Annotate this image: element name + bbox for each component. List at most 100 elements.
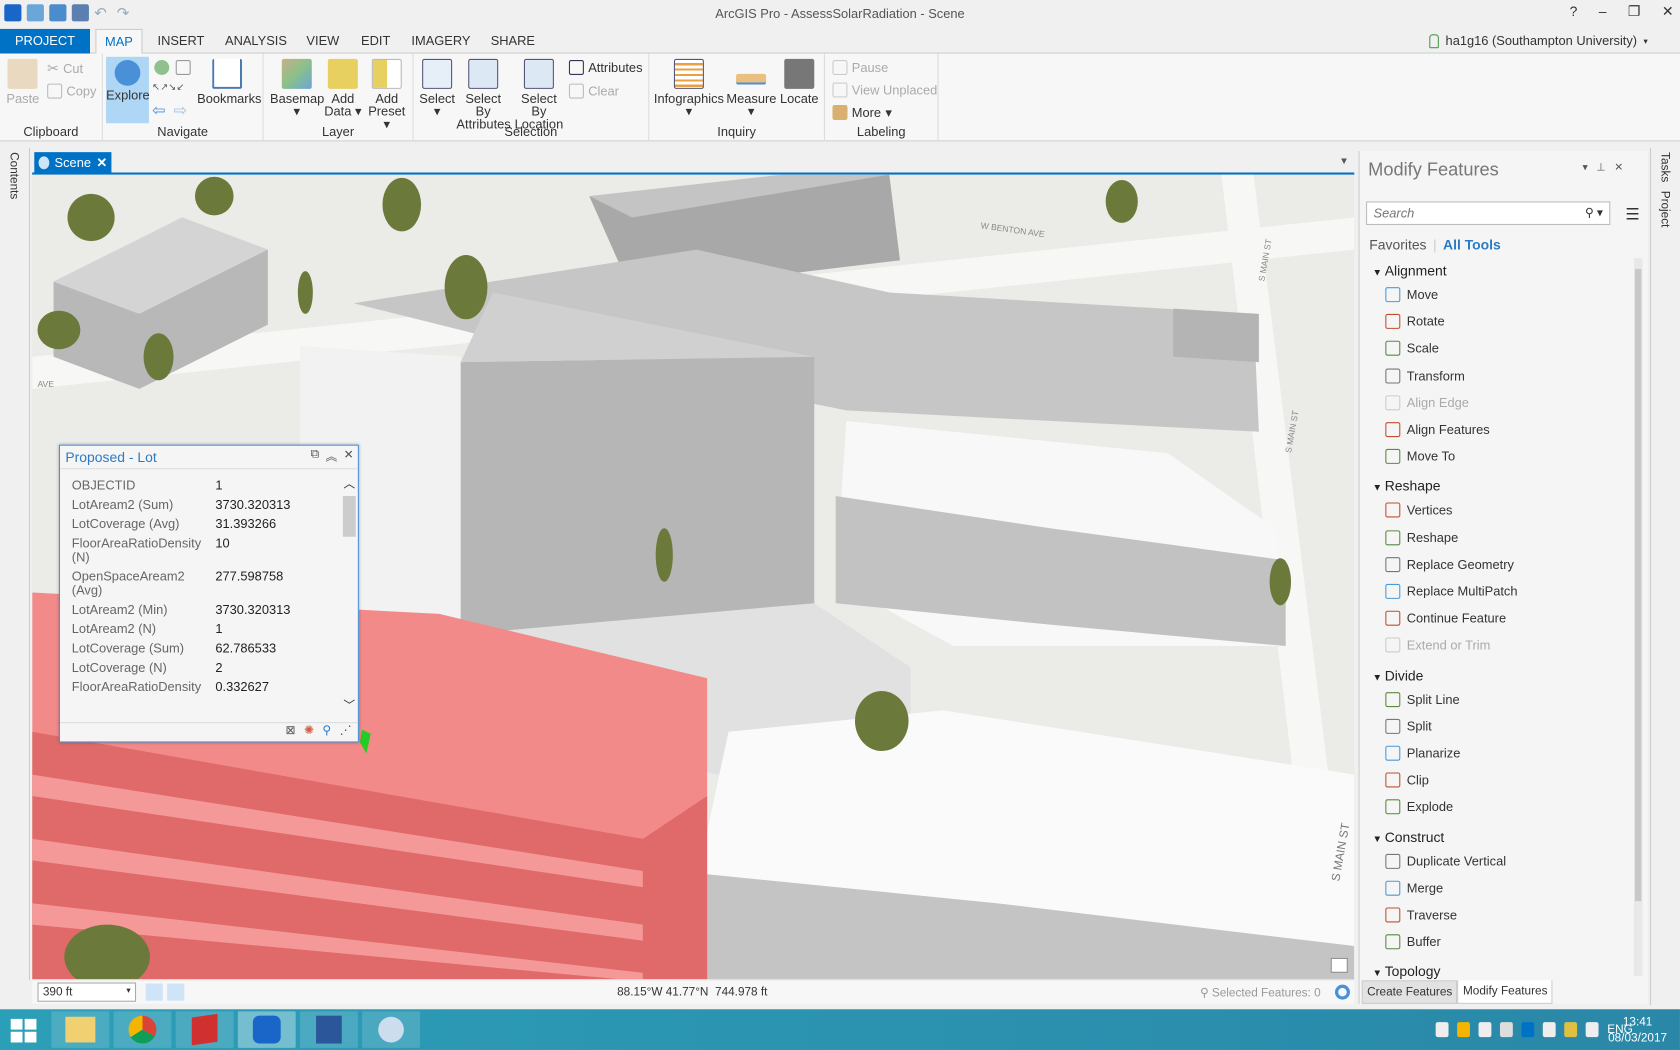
tool-explode[interactable]: Explode (1385, 799, 1453, 815)
measure-button[interactable]: Measure ▾ (726, 59, 776, 118)
pin-icon[interactable]: ⊥ (1596, 162, 1605, 174)
favorites-tab[interactable]: Favorites (1369, 237, 1426, 253)
select-button[interactable]: Select ▾ (418, 58, 457, 118)
view-menu-chevron-icon[interactable]: ▼ (1339, 155, 1349, 166)
close-pane-icon[interactable]: ✕ (1614, 162, 1623, 174)
section-alignment[interactable]: ▼ Alignment (1372, 262, 1446, 278)
cut-button[interactable]: ✂ Cut (47, 60, 83, 77)
full-extent-icon[interactable] (154, 59, 170, 75)
close-popup-icon[interactable]: ✕ (344, 448, 354, 465)
clock[interactable]: 13:41 08/03/2017 (1608, 1015, 1667, 1047)
infographics-button[interactable]: Infographics ▾ (654, 58, 725, 118)
view-unplaced-button[interactable]: View Unplaced (832, 82, 937, 98)
tool-move[interactable]: Move (1385, 287, 1438, 303)
paste-button[interactable]: Paste (6, 58, 39, 105)
tasks-tab[interactable]: Tasks (1659, 152, 1672, 182)
tab-share[interactable]: SHARE (491, 33, 535, 48)
resize-grip-icon[interactable]: ⋰ (340, 723, 352, 741)
select-by-attributes-button[interactable]: Select By Attributes (456, 58, 511, 131)
map-overview-icon[interactable] (1330, 957, 1348, 973)
scroll-up-icon[interactable]: ︿ (341, 475, 358, 492)
scroll-down-icon[interactable]: ﹀ (341, 696, 358, 713)
paint-taskbar-icon[interactable] (362, 1011, 420, 1048)
tool-extend-or-trim[interactable]: Extend or Trim (1385, 637, 1490, 653)
fixed-zoom-icon[interactable]: ↖↗↘↙ (152, 81, 184, 93)
tool-duplicate-vertical[interactable]: Duplicate Vertical (1385, 853, 1506, 869)
snapping-icon[interactable] (145, 983, 163, 1001)
google-drive-icon[interactable] (1457, 1022, 1471, 1038)
tool-replace-multipatch[interactable]: Replace MultiPatch (1385, 583, 1518, 599)
pause-button[interactable]: Pause (832, 59, 888, 75)
hamburger-menu-icon[interactable]: ☰ (1625, 205, 1639, 224)
user-account[interactable]: ha1g16 (Southampton University) ▾ (1429, 33, 1648, 48)
section-construct[interactable]: ▼ Construct (1372, 829, 1444, 845)
tab-scene[interactable]: Scene ✕ (34, 152, 112, 173)
tool-replace-geometry[interactable]: Replace Geometry (1385, 556, 1514, 572)
tab-analysis[interactable]: ANALYSIS (225, 33, 287, 48)
refresh-icon[interactable] (1334, 984, 1350, 1000)
select-by-location-button[interactable]: Select By Location (512, 58, 566, 131)
tool-scale[interactable]: Scale (1385, 341, 1439, 357)
chrome-taskbar-icon[interactable] (113, 1011, 172, 1048)
close-tab-icon[interactable]: ✕ (96, 155, 107, 170)
close-button[interactable]: ✕ (1662, 3, 1674, 20)
bookmarks-button[interactable]: Bookmarks (197, 58, 261, 105)
tool-reshape[interactable]: Reshape (1385, 529, 1458, 545)
tool-align-features[interactable]: Align Features (1385, 422, 1490, 438)
next-extent-icon[interactable]: ⇨ (174, 101, 187, 120)
section-reshape[interactable]: ▼ Reshape (1372, 478, 1440, 494)
file-explorer-taskbar-icon[interactable] (51, 1011, 110, 1048)
scroll-thumb[interactable] (342, 496, 356, 537)
sketchup-taskbar-icon[interactable] (175, 1011, 234, 1048)
contents-pane-tab[interactable]: Contents (0, 147, 30, 981)
tab-insert[interactable]: INSERT (157, 33, 204, 48)
outlook-icon[interactable] (1521, 1022, 1535, 1038)
pane-scroll-thumb[interactable] (1634, 268, 1642, 902)
tab-edit[interactable]: EDIT (361, 33, 390, 48)
add-preset-button[interactable]: Add Preset ▾ (364, 58, 409, 131)
tool-buffer[interactable]: Buffer (1385, 934, 1441, 950)
search-input[interactable]: ⚲ ▾ (1366, 201, 1611, 225)
help-button[interactable]: ? (1570, 3, 1578, 20)
tool-clip[interactable]: Clip (1385, 772, 1429, 788)
copy-button[interactable]: Copy (47, 83, 96, 99)
locate-button[interactable]: Locate (778, 58, 821, 105)
basemap-button[interactable]: Basemap ▾ (270, 58, 324, 118)
tool-traverse[interactable]: Traverse (1385, 907, 1457, 923)
tool-move-to[interactable]: Move To (1385, 449, 1455, 465)
grid-icon[interactable] (167, 983, 185, 1001)
tool-merge[interactable]: Merge (1385, 880, 1443, 896)
tray-app-icon[interactable] (1500, 1022, 1513, 1038)
restore-button[interactable]: ❐ (1628, 3, 1640, 20)
tool-transform[interactable]: Transform (1385, 368, 1465, 384)
volume-icon[interactable] (1542, 1022, 1556, 1038)
tool-align-edge[interactable]: Align Edge (1385, 395, 1469, 411)
search-field[interactable] (1367, 202, 1571, 224)
tray-app-icon[interactable] (1478, 1022, 1492, 1038)
word-taskbar-icon[interactable] (299, 1011, 358, 1048)
collapse-icon[interactable]: ︽ (325, 448, 337, 465)
section-divide[interactable]: ▼ Divide (1372, 667, 1423, 683)
zoom-to-selection-icon[interactable] (175, 59, 191, 75)
tab-map[interactable]: MAP (95, 28, 143, 55)
zoom-to-feature-icon[interactable]: ⚲ (322, 723, 331, 741)
minimize-button[interactable]: – (1599, 3, 1607, 20)
tool-planarize[interactable]: Planarize (1385, 745, 1460, 761)
antivirus-icon[interactable] (1564, 1022, 1578, 1038)
previous-extent-icon[interactable]: ⇦ (152, 101, 165, 120)
more-button[interactable]: More ▾ (832, 104, 892, 120)
tray-app-icon[interactable] (1435, 1022, 1449, 1038)
network-icon[interactable] (1585, 1022, 1599, 1038)
tool-split[interactable]: Split (1385, 718, 1432, 734)
clear-button[interactable]: Clear (568, 83, 619, 99)
all-tools-tab[interactable]: All Tools (1443, 237, 1501, 253)
add-data-button[interactable]: Add Data ▾ (324, 58, 363, 118)
project-tab[interactable]: Project (1659, 191, 1672, 228)
select-feature-icon[interactable]: ⊠ (286, 723, 296, 741)
pane-scrollbar[interactable] (1633, 258, 1643, 977)
attributes-button[interactable]: Attributes (568, 59, 643, 75)
arcgis-pro-taskbar-icon[interactable] (237, 1011, 296, 1048)
search-icon[interactable]: ⚲ ▾ (1585, 206, 1603, 220)
tool-continue-feature[interactable]: Continue Feature (1385, 610, 1506, 626)
tab-project[interactable]: PROJECT (0, 28, 90, 54)
